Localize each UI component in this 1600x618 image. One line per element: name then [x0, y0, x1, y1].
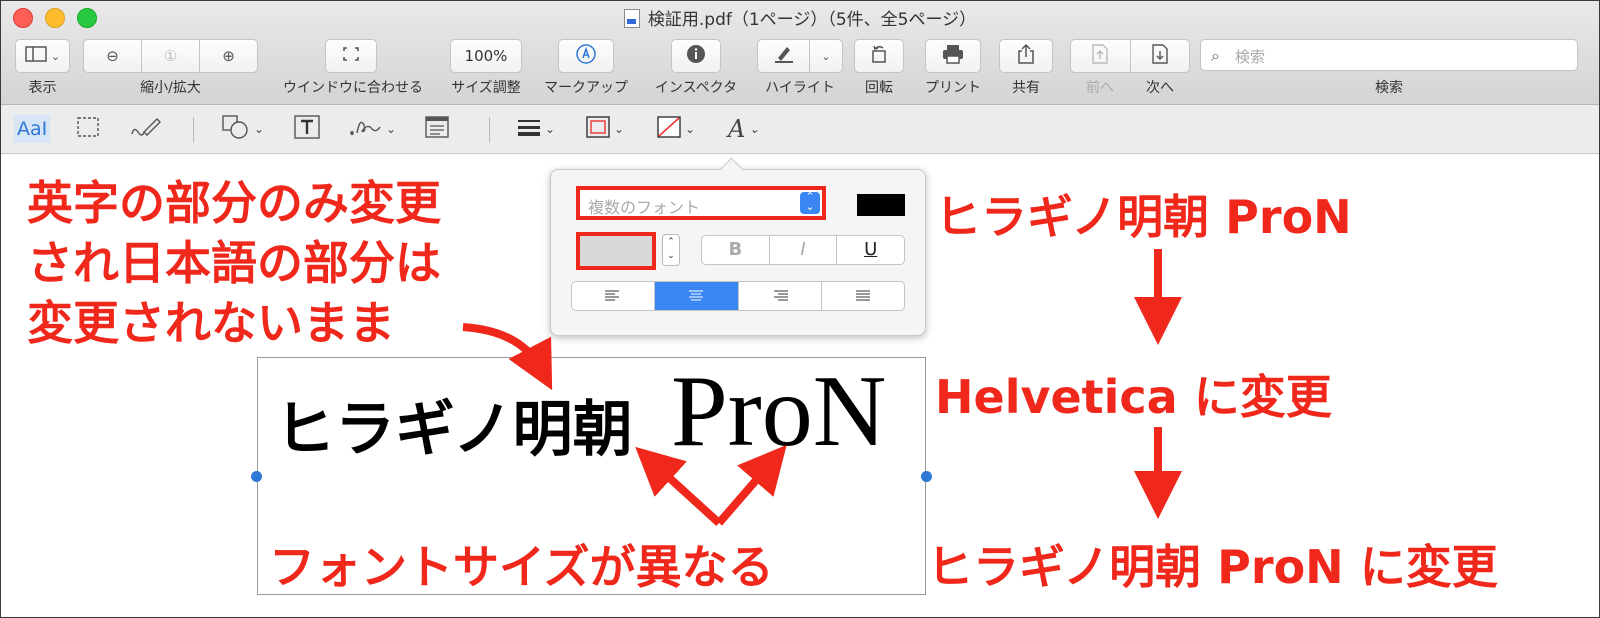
split-arrow-font-size	[635, 444, 787, 526]
arrow-overlay	[462, 249, 1182, 526]
curved-arrow-left-note	[462, 323, 553, 391]
preview-window: 検証用.pdf（1ページ）（5件、全5ページ） ⌄ 表示 ⊖ ① ⊕ 縮小/拡大…	[0, 0, 1600, 618]
